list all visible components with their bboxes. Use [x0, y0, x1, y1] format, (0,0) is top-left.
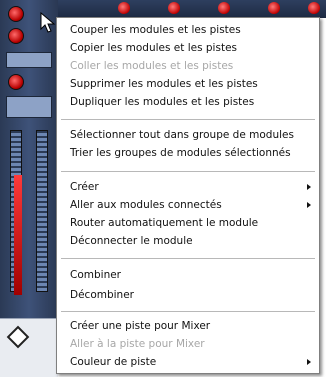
- level-meter: [36, 130, 48, 292]
- module-strip: [6, 52, 52, 68]
- menu-item-label: Sélectionner tout dans groupe de modules: [70, 129, 294, 141]
- menu-item-track-color[interactable]: Couleur de piste: [57, 353, 319, 371]
- context-menu: Couper les modules et les pistes Copier …: [56, 17, 320, 374]
- menu-item-label: Trier les groupes de modules sélectionné…: [70, 147, 291, 159]
- menu-item-label: Déconnecter le module: [70, 235, 193, 247]
- menu-item-cut[interactable]: Couper les modules et les pistes: [57, 21, 319, 39]
- rotary-knob[interactable]: [168, 2, 180, 14]
- menu-item-label: Couper les modules et les pistes: [70, 24, 241, 36]
- rotary-knob[interactable]: [308, 2, 320, 14]
- menu-item-uncombine[interactable]: Décombiner: [57, 286, 319, 304]
- rotary-knob[interactable]: [218, 2, 230, 14]
- menu-item-label: Créer une piste pour Mixer: [70, 320, 211, 332]
- menu-item-paste: Coller les modules et les pistes: [57, 57, 319, 75]
- menu-item-label: Router automatiquement le module: [70, 217, 259, 229]
- menu-item-create[interactable]: Créer: [57, 178, 319, 196]
- toolbar: [0, 318, 58, 377]
- menu-item-go-to-connected[interactable]: Aller aux modules connectés: [57, 196, 319, 214]
- menu-item-delete[interactable]: Supprimer les modules et les pistes: [57, 75, 319, 93]
- menu-item-duplicate[interactable]: Dupliquer les modules et les pistes: [57, 93, 319, 111]
- menu-item-label: Décombiner: [70, 289, 134, 301]
- menu-item-label: Coller les modules et les pistes: [70, 60, 234, 72]
- tool-icon[interactable]: [6, 325, 30, 349]
- menu-separator: [61, 171, 315, 173]
- menu-item-copy[interactable]: Copier les modules et les pistes: [57, 39, 319, 57]
- menu-item-combine[interactable]: Combiner: [57, 266, 319, 284]
- menu-item-select-all-in-group[interactable]: Sélectionner tout dans groupe de modules: [57, 126, 319, 144]
- menu-item-go-to-mixer-track: Aller à la piste pour Mixer: [57, 335, 319, 353]
- menu-separator: [61, 258, 315, 260]
- rotary-knob[interactable]: [118, 2, 130, 14]
- submenu-arrow-icon: [307, 359, 311, 365]
- menu-item-label: Couleur de piste: [70, 356, 157, 368]
- menu-item-label: Créer: [70, 181, 99, 193]
- menu-item-label: Copier les modules et les pistes: [70, 42, 237, 54]
- menu-item-label: Aller aux modules connectés: [70, 199, 222, 211]
- module-header-bar: [58, 0, 326, 18]
- menu-item-disconnect[interactable]: Déconnecter le module: [57, 232, 319, 250]
- menu-item-label: Aller à la piste pour Mixer: [70, 338, 205, 350]
- menu-item-label: Combiner: [70, 269, 121, 281]
- rotary-knob[interactable]: [8, 28, 24, 44]
- menu-item-sort-groups[interactable]: Trier les groupes de modules sélectionné…: [57, 144, 319, 162]
- rotary-knob[interactable]: [8, 74, 24, 90]
- rotary-knob[interactable]: [268, 2, 280, 14]
- fader[interactable]: [14, 175, 22, 295]
- menu-item-label: Dupliquer les modules et les pistes: [70, 96, 255, 108]
- submenu-arrow-icon: [307, 202, 311, 208]
- menu-item-label: Supprimer les modules et les pistes: [70, 78, 258, 90]
- menu-separator: [61, 119, 315, 121]
- rotary-knob[interactable]: [8, 6, 24, 22]
- module-strip: [6, 96, 52, 118]
- menu-item-create-mixer-track[interactable]: Créer une piste pour Mixer: [57, 317, 319, 335]
- menu-item-auto-route[interactable]: Router automatiquement le module: [57, 214, 319, 232]
- menu-separator: [61, 311, 315, 313]
- submenu-arrow-icon: [307, 184, 311, 190]
